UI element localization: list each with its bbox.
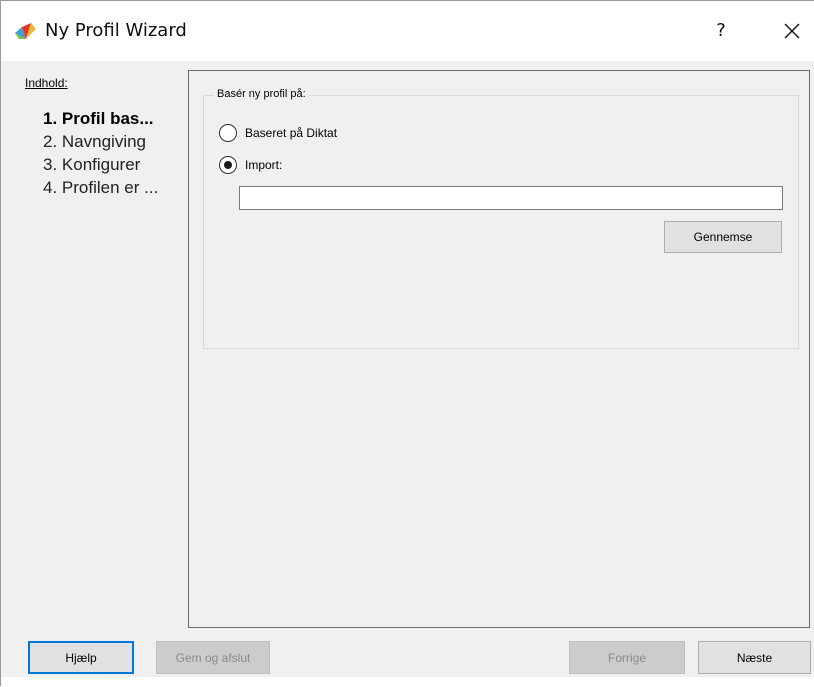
option-dictation-row[interactable]: Baseret på Diktat: [219, 124, 337, 142]
next-button[interactable]: Næste: [698, 641, 811, 674]
title-bar: Ny Profil Wizard ?: [1, 1, 814, 61]
radio-import-label[interactable]: Import:: [245, 158, 282, 172]
help-title-button[interactable]: ?: [706, 15, 736, 47]
group-legend: Basér ny profil på:: [214, 88, 309, 100]
radio-import[interactable]: [219, 156, 237, 174]
radio-dictation[interactable]: [219, 124, 237, 142]
step-item-configure: 3. Konfigurer: [43, 155, 141, 174]
option-import-row[interactable]: Import:: [219, 156, 282, 174]
radio-dictation-label[interactable]: Baseret på Diktat: [245, 126, 337, 140]
close-icon[interactable]: [776, 15, 808, 47]
contents-heading: Indhold:: [25, 76, 68, 90]
step-item-naming: 2. Navngiving: [43, 132, 147, 151]
window-title: Ny Profil Wizard: [45, 20, 187, 41]
help-button[interactable]: Hjælp: [28, 641, 134, 674]
wizard-app-icon: [13, 21, 37, 41]
save-and-exit-button[interactable]: Gem og afslut: [156, 641, 270, 674]
step-list: 1. Profil bas... 2. Navngiving 3. Konfig…: [43, 107, 183, 199]
step-item-profile-base: 1. Profil bas...: [43, 109, 154, 128]
browse-button[interactable]: Gennemse: [664, 221, 782, 253]
import-path-input[interactable]: [239, 186, 783, 210]
wizard-content-panel: Basér ny profil på: Baseret på Diktat Im…: [188, 70, 810, 628]
wizard-window: Ny Profil Wizard ? Indhold: 1. Profil ba…: [0, 0, 814, 687]
base-profile-group: Basér ny profil på: Baseret på Diktat Im…: [203, 88, 799, 349]
back-button[interactable]: Forrige: [569, 641, 685, 674]
step-item-finished: 4. Profilen er ...: [43, 178, 159, 197]
